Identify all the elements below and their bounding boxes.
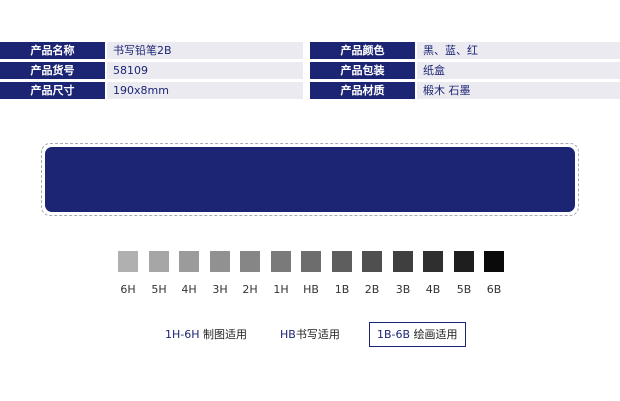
grade-swatch <box>118 251 138 272</box>
grade-label: 6B <box>486 283 502 296</box>
legend-drafting: 1H-6H 制图适用 <box>165 322 247 347</box>
legend-desc: 书写适用 <box>295 328 340 341</box>
legend-writing: HB书写适用 <box>280 322 340 347</box>
spec-value: 纸盒 <box>417 62 620 79</box>
grade-swatch <box>332 251 352 272</box>
spec-label: 产品颜色 <box>310 42 415 59</box>
spec-label: 产品材质 <box>310 82 415 99</box>
spec-value: 190x8mm <box>107 82 303 99</box>
product-banner-frame <box>41 143 579 216</box>
legend-code: 1H-6H <box>165 328 200 341</box>
spec-value: 58109 <box>107 62 303 79</box>
spec-row: 产品尺寸 190x8mm 产品材质 椴木 石墨 <box>0 82 620 99</box>
legend-code: HB <box>280 328 296 341</box>
spec-row: 产品货号 58109 产品包装 纸盒 <box>0 62 620 79</box>
grade-swatch <box>301 251 321 272</box>
spec-value: 黑、蓝、红 <box>417 42 620 59</box>
grade-swatch <box>393 251 413 272</box>
grade-swatch <box>484 251 504 272</box>
spec-value: 书写铅笔2B <box>107 42 303 59</box>
grade-swatch <box>454 251 474 272</box>
grade-swatch <box>362 251 382 272</box>
spec-value: 椴木 石墨 <box>417 82 620 99</box>
legend-drawing: 1B-6B 绘画适用 <box>369 322 466 347</box>
grade-swatch <box>210 251 230 272</box>
legend-desc: 绘画适用 <box>413 328 458 341</box>
legend-desc: 制图适用 <box>203 328 248 341</box>
spec-label: 产品名称 <box>0 42 105 59</box>
spec-label: 产品包装 <box>310 62 415 79</box>
spec-row: 产品名称 书写铅笔2B 产品颜色 黑、蓝、红 <box>0 42 620 59</box>
spec-label: 产品货号 <box>0 62 105 79</box>
grade-swatch <box>423 251 443 272</box>
grade-swatch <box>149 251 169 272</box>
grade-swatch <box>271 251 291 272</box>
legend-code: 1B-6B <box>377 328 411 341</box>
grade-swatch <box>240 251 260 272</box>
grade-swatch <box>179 251 199 272</box>
spec-label: 产品尺寸 <box>0 82 105 99</box>
product-banner <box>45 147 575 212</box>
